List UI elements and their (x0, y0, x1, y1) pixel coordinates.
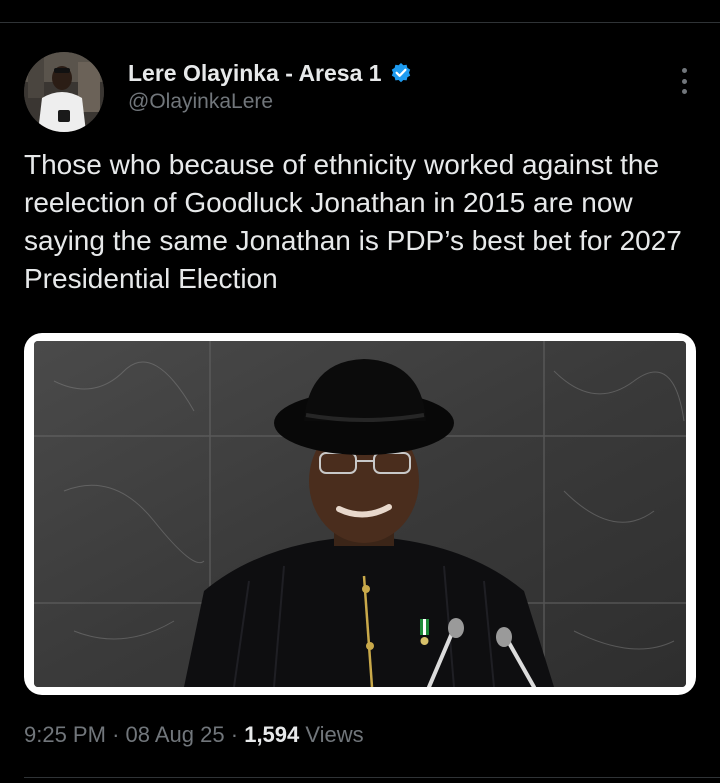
top-divider (0, 22, 720, 23)
meta-separator: · (230, 722, 239, 747)
media-photo (34, 341, 686, 687)
bottom-divider (24, 777, 720, 778)
avatar[interactable] (24, 52, 104, 132)
tweet-date[interactable]: 08 Aug 25 (126, 722, 225, 747)
views-count[interactable]: 1,594 (244, 722, 299, 747)
author-display-name[interactable]: Lere Olayinka - Aresa 1 (128, 60, 382, 87)
photo-man-in-hat-at-podium-icon (34, 341, 686, 687)
tweet-media[interactable] (24, 333, 696, 695)
author-info: Lere Olayinka - Aresa 1 @OlayinkaLere (128, 58, 412, 114)
views-label: Views (305, 722, 364, 747)
tweet-text: Those who because of ethnicity worked ag… (24, 149, 682, 294)
more-vertical-icon (681, 68, 687, 73)
tweet-metadata: 9:25 PM · 08 Aug 25 · 1,594 Views (24, 722, 364, 748)
verified-badge-icon (390, 62, 412, 84)
meta-separator: · (112, 722, 120, 747)
tweet-header: Lere Olayinka - Aresa 1 @OlayinkaLere (24, 52, 696, 132)
more-options-button[interactable] (672, 66, 696, 96)
tweet-time[interactable]: 9:25 PM (24, 722, 106, 747)
author-handle[interactable]: @OlayinkaLere (128, 90, 412, 114)
avatar-photo-icon (24, 52, 104, 132)
